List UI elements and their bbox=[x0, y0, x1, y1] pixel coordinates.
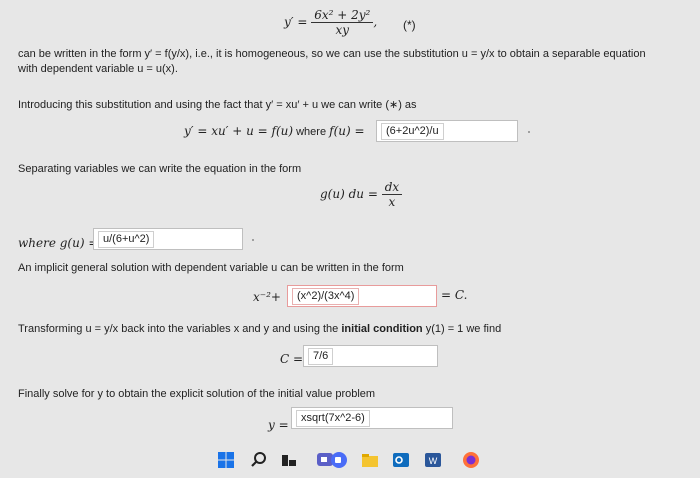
g-of-u-label: where g(u) = bbox=[18, 236, 99, 250]
f-of-u-status-dot bbox=[528, 131, 530, 133]
explicit-solution-input[interactable]: xsqrt(7x^2-6) bbox=[291, 407, 453, 429]
constant-answer-value: 7/6 bbox=[308, 348, 334, 365]
separated-fraction: dx x bbox=[381, 180, 403, 209]
outlook-icon[interactable] bbox=[392, 451, 410, 469]
step4-text: Transforming u = y/x back into the varia… bbox=[18, 323, 501, 335]
explicit-solution-value: xsqrt(7x^2-6) bbox=[296, 410, 370, 427]
task-view-icon[interactable] bbox=[280, 451, 298, 469]
ode-comma: , bbox=[373, 15, 378, 29]
search-icon[interactable] bbox=[250, 451, 268, 469]
separated-lhs: g(u) du = bbox=[320, 187, 378, 201]
f-of-u-answer-input[interactable]: (6+2u^2)/u bbox=[376, 120, 518, 142]
constant-answer-input[interactable]: 7/6 bbox=[303, 345, 438, 367]
implicit-solution-value: (x^2)/(3x^4) bbox=[292, 288, 360, 305]
initial-condition-label: initial condition bbox=[341, 323, 423, 335]
separated-numerator: dx bbox=[381, 180, 403, 195]
step1-where: where bbox=[293, 126, 330, 138]
ode-fraction: 6x² + 2y² xy bbox=[311, 8, 374, 37]
word-icon[interactable]: W bbox=[424, 451, 442, 469]
svg-text:W: W bbox=[429, 456, 438, 466]
ode-lhs: y′ = bbox=[284, 15, 308, 29]
equation-tag: (*) bbox=[403, 18, 416, 32]
implicit-suffix: = C. bbox=[441, 288, 468, 302]
meet-icon-2[interactable] bbox=[330, 451, 348, 469]
ode-denominator: xy bbox=[335, 23, 350, 37]
constant-label: C = bbox=[280, 352, 304, 366]
step3-text: An implicit general solution with depend… bbox=[18, 262, 404, 274]
ode-numerator: 6x² + 2y² bbox=[311, 8, 374, 23]
ode-equation: y′ = 6x² + 2y² xy , bbox=[284, 8, 377, 37]
firefox-icon[interactable] bbox=[462, 451, 480, 469]
implicit-prefix: x⁻²+ bbox=[253, 290, 281, 304]
file-explorer-icon[interactable] bbox=[361, 451, 379, 469]
f-of-u-answer-value: (6+2u^2)/u bbox=[381, 123, 444, 140]
g-of-u-answer-value: u/(6+u^2) bbox=[98, 231, 155, 248]
separated-equation: g(u) du = dx x bbox=[320, 180, 403, 209]
intro-line-1: can be written in the form y′ = f(y/x), … bbox=[18, 48, 646, 60]
explicit-label: y = bbox=[268, 418, 289, 432]
step1-expression: y′ = xu′ + u = f(u) where f(u) = bbox=[184, 124, 365, 138]
g-of-u-status-dot bbox=[252, 239, 254, 241]
implicit-solution-input[interactable]: (x^2)/(3x^4) bbox=[287, 285, 437, 307]
taskbar bbox=[0, 444, 700, 478]
step1-lhs: y′ = xu′ + u = f(u) bbox=[184, 124, 294, 138]
windows-icon[interactable] bbox=[217, 451, 235, 469]
step4-text-a: Transforming u = y/x back into the varia… bbox=[18, 323, 342, 335]
step1-fu-label: f(u) = bbox=[329, 124, 365, 138]
step5-text: Finally solve for y to obtain the explic… bbox=[18, 388, 376, 400]
step1-text: Introducing this substitution and using … bbox=[18, 99, 417, 111]
intro-line-2: with dependent variable u = u(x). bbox=[18, 63, 178, 75]
separated-denominator: x bbox=[388, 195, 396, 209]
step2-text: Separating variables we can write the eq… bbox=[18, 163, 302, 175]
step4-text-b: y(1) = 1 we find bbox=[422, 323, 502, 335]
g-of-u-answer-input[interactable]: u/(6+u^2) bbox=[93, 228, 243, 250]
